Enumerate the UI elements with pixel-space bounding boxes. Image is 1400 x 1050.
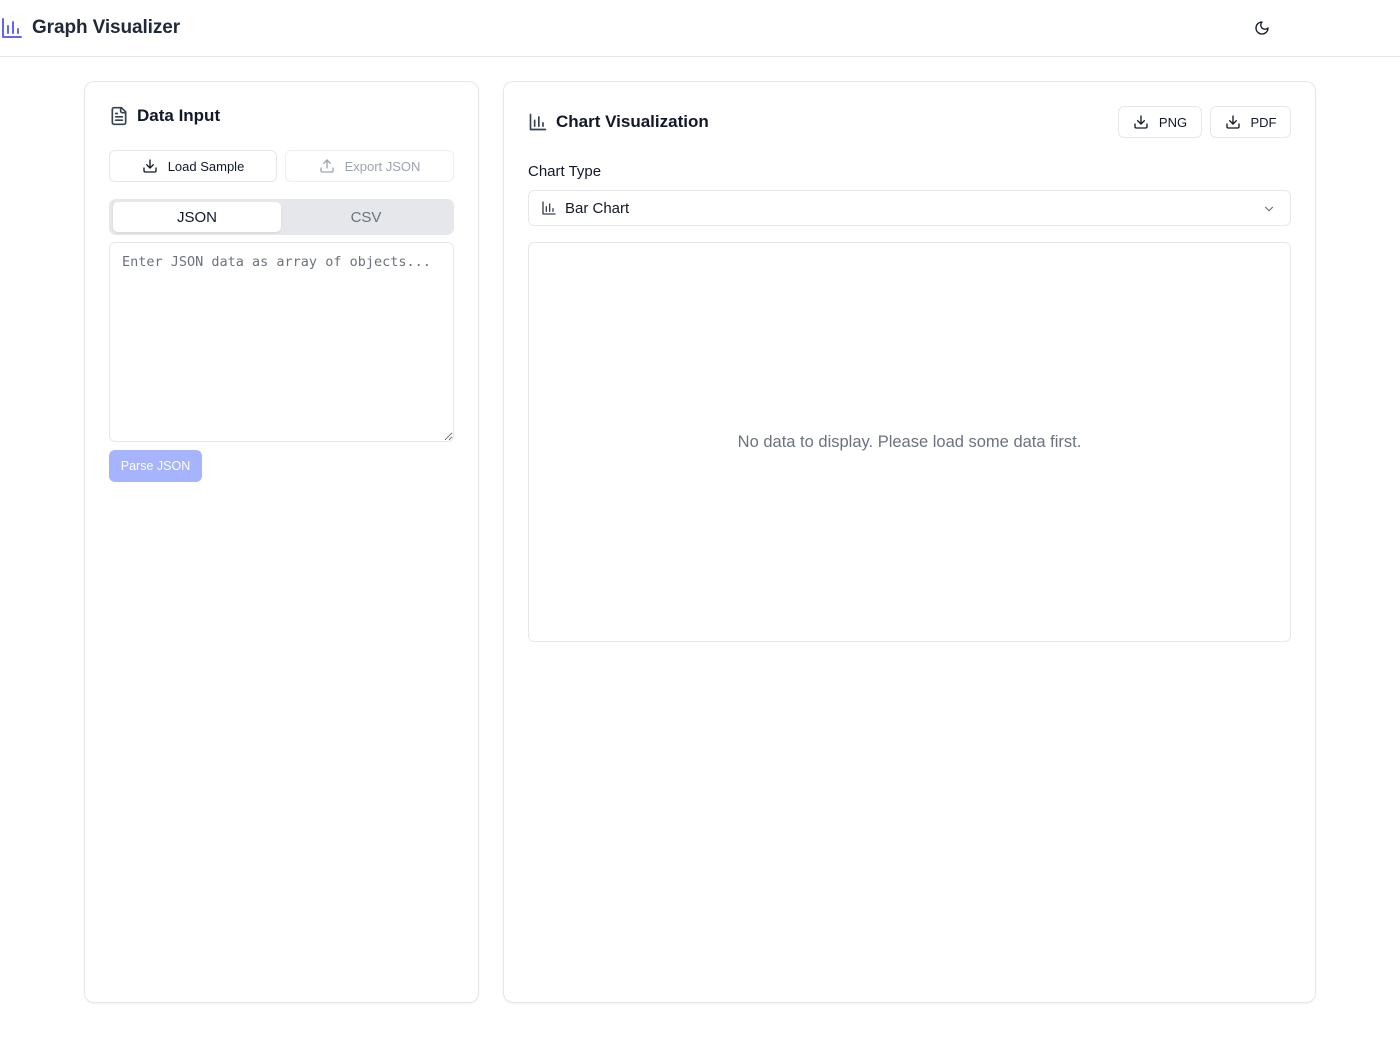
export-png-label: PNG	[1158, 114, 1188, 130]
bar-chart-icon	[528, 112, 548, 132]
bar-chart-icon	[0, 16, 24, 40]
tab-json[interactable]: JSON	[113, 202, 281, 232]
tab-csv[interactable]: CSV	[282, 202, 450, 232]
export-json-button[interactable]: Export JSON	[285, 150, 454, 182]
bar-chart-icon	[541, 200, 557, 216]
download-icon	[1225, 114, 1241, 130]
download-icon	[142, 158, 158, 174]
upload-icon	[319, 158, 335, 174]
export-pdf-button[interactable]: PDF	[1210, 106, 1291, 138]
data-input-card: Data Input Load Sample Export JSON JSON …	[84, 81, 479, 1003]
json-data-input[interactable]	[109, 242, 454, 442]
brand: Graph Visualizer	[0, 16, 180, 40]
app-title: Graph Visualizer	[32, 17, 180, 38]
parse-json-button[interactable]: Parse JSON	[109, 450, 202, 482]
data-input-title: Data Input	[137, 106, 221, 125]
top-bar: Graph Visualizer	[0, 0, 1400, 57]
load-sample-label: Load Sample	[167, 158, 245, 174]
chart-type-select[interactable]: Bar Chart	[528, 190, 1291, 226]
download-icon	[1133, 114, 1149, 130]
chart-visualization-card: Chart Visualization PNG PDF Chart Type B…	[503, 81, 1316, 1003]
export-json-label: Export JSON	[344, 158, 421, 174]
chart-area: No data to display. Please load some dat…	[528, 242, 1291, 642]
chevron-down-icon	[1262, 202, 1276, 216]
chart-visualization-header: Chart Visualization	[528, 112, 709, 132]
chart-type-selected: Bar Chart	[565, 199, 630, 217]
moon-icon	[1254, 20, 1270, 36]
file-text-icon	[109, 106, 129, 126]
theme-toggle-button[interactable]	[1247, 13, 1277, 43]
format-tabs: JSON CSV	[109, 199, 454, 235]
empty-state-message: No data to display. Please load some dat…	[737, 432, 1082, 451]
export-png-button[interactable]: PNG	[1118, 106, 1202, 138]
export-pdf-label: PDF	[1250, 114, 1277, 130]
load-sample-button[interactable]: Load Sample	[109, 150, 277, 182]
chart-visualization-title: Chart Visualization	[556, 112, 709, 131]
data-input-header: Data Input	[109, 106, 220, 126]
chart-type-label: Chart Type	[528, 163, 602, 180]
